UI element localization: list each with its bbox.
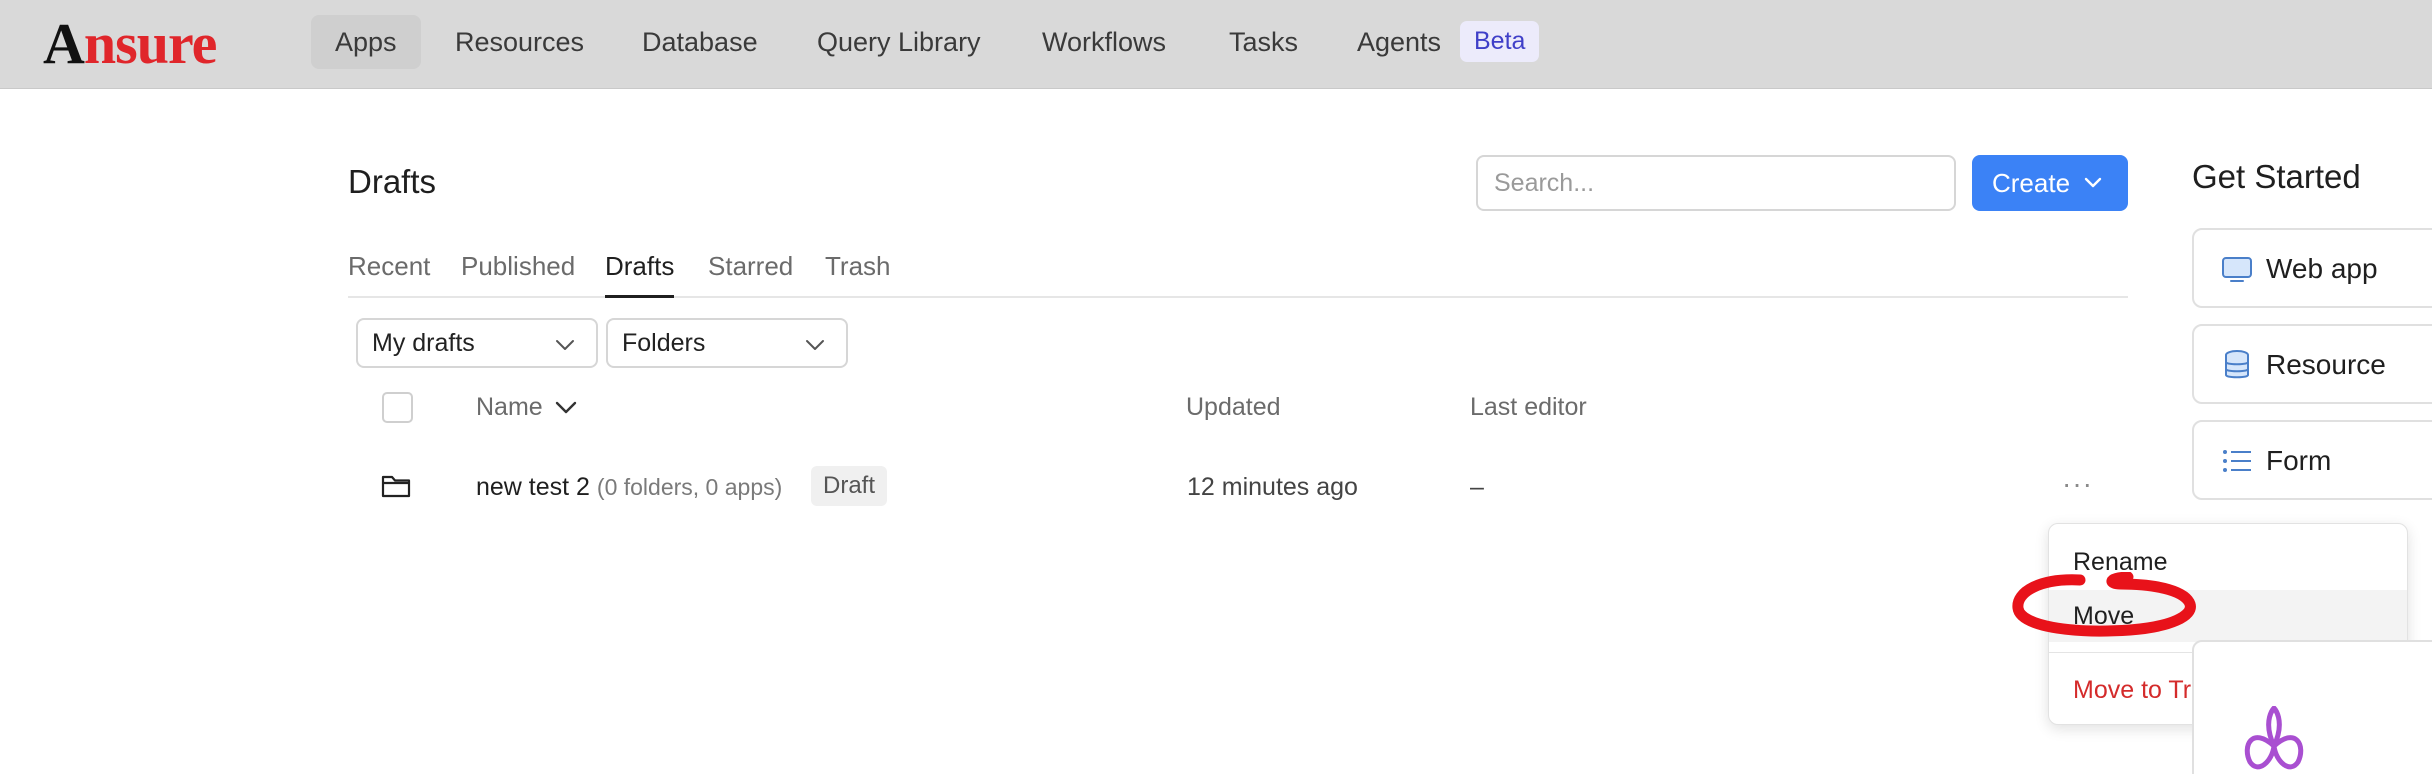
- search-input[interactable]: [1476, 155, 1956, 211]
- sort-chevron-icon[interactable]: [553, 397, 579, 419]
- column-header-name[interactable]: Name: [476, 390, 543, 424]
- nav-apps[interactable]: Apps: [311, 15, 421, 69]
- logo[interactable]: Ansure: [43, 11, 218, 76]
- row-name-cell[interactable]: new test 2 (0 folders, 0 apps): [476, 470, 782, 504]
- status-badge: Draft: [811, 466, 888, 506]
- folder-icon: [381, 475, 411, 498]
- chevron-down-icon: [806, 340, 824, 350]
- card-label: Web app: [2266, 253, 2378, 284]
- row-meta: (0 folders, 0 apps): [596, 474, 783, 500]
- select-all-checkbox[interactable]: [382, 392, 413, 423]
- view-filter-value: Folders: [622, 329, 706, 357]
- logo-text: nsure: [83, 11, 218, 76]
- create-button-label: Create: [1992, 168, 2071, 198]
- tab-drafts[interactable]: Drafts: [605, 248, 675, 298]
- logo-letter: A: [43, 11, 85, 76]
- page-title: Drafts: [348, 163, 437, 200]
- monitor-icon: [2222, 257, 2252, 282]
- view-filter-select[interactable]: Folders: [606, 318, 848, 368]
- nav-agents[interactable]: Agents: [1333, 15, 1465, 69]
- column-header-last-editor[interactable]: Last editor: [1470, 390, 1587, 424]
- chevron-down-icon: [556, 340, 574, 350]
- nav-workflows[interactable]: Workflows: [1018, 15, 1190, 69]
- tab-trash[interactable]: Trash: [825, 248, 891, 298]
- menu-item-rename[interactable]: Rename: [2049, 536, 2407, 588]
- beta-badge: Beta: [1460, 21, 1540, 62]
- chevron-down-icon: [2084, 177, 2102, 188]
- tab-published[interactable]: Published: [461, 248, 575, 298]
- get-started-card-resource[interactable]: Resource: [2192, 324, 2432, 404]
- tab-recent[interactable]: Recent: [348, 248, 430, 298]
- get-started-card-web-app[interactable]: Web app: [2192, 228, 2432, 308]
- row-updated: 12 minutes ago: [1187, 473, 1358, 501]
- list-icon: [2223, 450, 2251, 472]
- database-icon: [2225, 350, 2249, 379]
- create-button[interactable]: Create: [1972, 155, 2128, 211]
- nav-resources[interactable]: Resources: [431, 15, 608, 69]
- tab-starred[interactable]: Starred: [708, 248, 793, 298]
- owner-filter-select[interactable]: My drafts: [356, 318, 598, 368]
- menu-item-move[interactable]: Move: [2049, 590, 2407, 642]
- card-label: Resource: [2266, 349, 2386, 380]
- nav-database[interactable]: Database: [618, 15, 782, 69]
- card-label: Form: [2266, 445, 2332, 476]
- nav-tasks[interactable]: Tasks: [1205, 15, 1322, 69]
- get-started-card-form[interactable]: Form: [2192, 420, 2432, 500]
- tab-bar: Recent Published Drafts Starred Trash: [348, 248, 2128, 298]
- nav-query-library[interactable]: Query Library: [793, 15, 1005, 69]
- row-last-editor: –: [1470, 473, 1484, 501]
- owner-filter-value: My drafts: [372, 329, 475, 357]
- flower-illustration-icon: [2244, 706, 2304, 770]
- top-nav: Ansure Apps Resources Database Query Lib…: [0, 0, 2432, 89]
- row-name: new test 2: [476, 473, 590, 501]
- row-actions-button[interactable]: ···: [2062, 468, 2093, 500]
- get-started-title: Get Started: [2192, 158, 2361, 195]
- column-header-updated[interactable]: Updated: [1186, 390, 1281, 424]
